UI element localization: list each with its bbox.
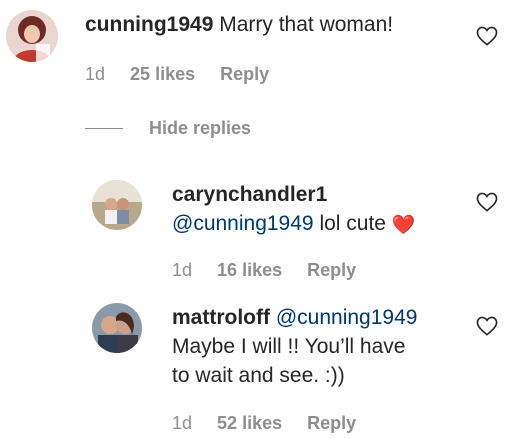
comment-body: cunning1949 Marry that woman! [85, 10, 393, 39]
avatar[interactable] [92, 180, 142, 230]
reply-meta: 1d 52 likes Reply [172, 413, 376, 434]
comment-likes[interactable]: 25 likes [130, 64, 195, 84]
avatar[interactable] [92, 303, 142, 353]
comment-age[interactable]: 1d [85, 64, 105, 84]
like-heart-icon[interactable] [476, 316, 498, 336]
hide-replies-row: Hide replies [85, 118, 251, 139]
mention-link[interactable]: @cunning1949 [172, 212, 314, 235]
reply-button[interactable]: Reply [220, 64, 269, 84]
divider-line [85, 128, 123, 129]
reply-body: carynchandler1 @cunning1949 lol cute ❤️ [172, 180, 416, 240]
heart-emoji: ❤️ [391, 215, 416, 236]
comment-text: Marry that woman! [219, 13, 394, 36]
like-heart-icon[interactable] [476, 26, 498, 46]
reply-likes[interactable]: 16 likes [217, 260, 282, 280]
avatar-image [92, 303, 142, 353]
like-heart-icon[interactable] [476, 192, 498, 212]
reply-likes[interactable]: 52 likes [217, 413, 282, 433]
reply-text-line: to wait and see. :)) [172, 364, 345, 387]
reply-button[interactable]: Reply [307, 413, 356, 433]
reply-age[interactable]: 1d [172, 260, 192, 280]
reply-age[interactable]: 1d [172, 413, 192, 433]
hide-replies-button[interactable]: Hide replies [149, 118, 251, 139]
avatar-image [92, 180, 142, 230]
reply-text: lol cute [319, 212, 386, 235]
reply-meta: 1d 16 likes Reply [172, 260, 376, 281]
comment-meta: 1d 25 likes Reply [85, 64, 289, 85]
avatar-image [6, 10, 58, 62]
mention-link[interactable]: @cunning1949 [276, 306, 418, 329]
reply-username[interactable]: mattroloff [172, 306, 270, 329]
reply-body: mattroloff @cunning1949 Maybe I will !! … [172, 303, 417, 390]
comment-username[interactable]: cunning1949 [85, 13, 213, 36]
reply-username[interactable]: carynchandler1 [172, 180, 416, 209]
reply-text-line: Maybe I will !! You’ll have [172, 335, 406, 358]
avatar[interactable] [6, 10, 58, 62]
reply-button[interactable]: Reply [307, 260, 356, 280]
